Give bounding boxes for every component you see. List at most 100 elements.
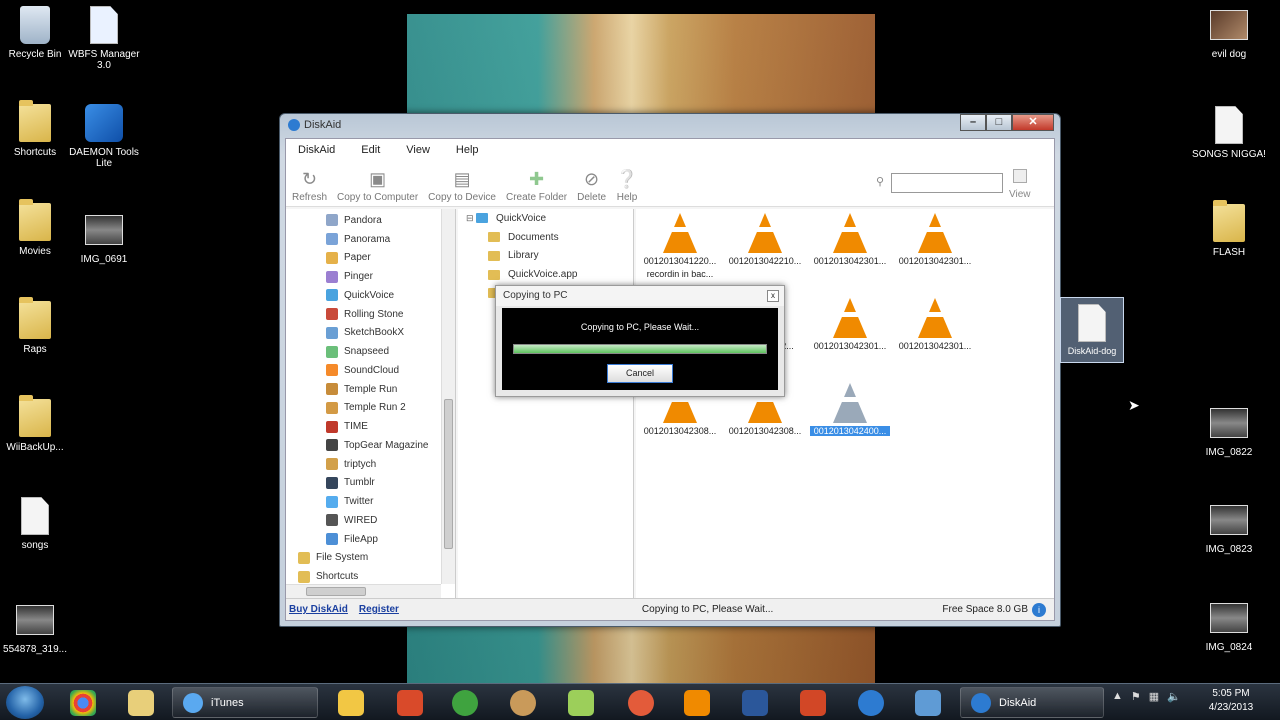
close-button[interactable]: ✕ (1012, 114, 1054, 131)
file-item[interactable]: 0012013042301... (810, 213, 890, 266)
folder-icon (19, 395, 51, 437)
photo-icon (16, 605, 54, 635)
desktop-icon-songs-nigga[interactable]: SONGS NIGGA! (1189, 105, 1269, 160)
register-link[interactable]: Register (359, 604, 399, 615)
tray-volume-icon[interactable]: 🔈 (1167, 690, 1181, 703)
file-item[interactable]: 0012013042400... (810, 383, 890, 436)
maximize-button[interactable]: □ (986, 114, 1012, 131)
tree-root-quickvoice[interactable]: ⊟ QuickVoice (458, 209, 633, 228)
copy-to-device-button[interactable]: ▤ Copy to Device (428, 169, 496, 206)
diskaid-icon (971, 692, 991, 713)
tree-folder-quickvoice-app[interactable]: QuickVoice.app (458, 265, 633, 284)
menu-edit[interactable]: Edit (361, 144, 380, 156)
search-input[interactable] (891, 173, 1003, 193)
desktop-icon-img-0823[interactable]: IMG_0823 (1189, 500, 1269, 555)
app-list-item[interactable]: Panorama (286, 230, 455, 249)
app-list-item[interactable]: Tumblr (286, 474, 455, 493)
user-icon[interactable] (915, 690, 941, 716)
app-list-vscroll[interactable] (441, 209, 455, 584)
start-button[interactable] (6, 686, 44, 719)
desktop-icon-img-0822[interactable]: IMG_0822 (1189, 403, 1269, 458)
app-list-item[interactable]: Snapseed (286, 342, 455, 361)
vlc-icon[interactable] (684, 690, 710, 716)
clock[interactable]: 5:05 PM 4/23/2013 (1196, 687, 1266, 715)
explorer-icon[interactable] (128, 690, 154, 716)
media-player-icon[interactable] (628, 690, 654, 716)
view-button[interactable]: View (1009, 169, 1031, 200)
app-list-item[interactable]: Rolling Stone (286, 305, 455, 324)
desktop-icon-raps[interactable]: Raps (0, 297, 75, 355)
network-icon[interactable] (858, 690, 884, 716)
app-list-item[interactable]: Twitter (286, 492, 455, 511)
winamp-icon[interactable] (338, 690, 364, 716)
refresh-icon: ↻ (301, 168, 318, 189)
desktop-icon-wbfs-manager[interactable]: WBFS Manager 3.0 (64, 5, 144, 71)
app-list-item[interactable]: SketchBookX (286, 324, 455, 343)
desktop-icon-img-0824[interactable]: IMG_0824 (1189, 598, 1269, 653)
app-list-item[interactable]: TIME (286, 417, 455, 436)
info-icon[interactable]: i (1032, 602, 1046, 617)
app-list-item[interactable]: WIRED (286, 511, 455, 530)
create-folder-button[interactable]: ✚ Create Folder (506, 169, 567, 206)
word-icon[interactable] (742, 690, 768, 716)
create-folder-icon: ✚ (529, 168, 545, 189)
buy-diskaid-link[interactable]: Buy DiskAid (289, 604, 348, 615)
desktop-icon-554878[interactable]: 554878_319... (0, 600, 75, 655)
file-item[interactable]: 0012013042301... (810, 298, 890, 351)
desktop-icon-wiibackup[interactable]: WiiBackUp... (0, 395, 75, 453)
app-list-item[interactable]: File System (286, 549, 455, 568)
tree-folder-documents[interactable]: Documents (458, 228, 633, 247)
delete-button[interactable]: ⊘ Delete (577, 169, 606, 206)
chrome-icon[interactable] (70, 690, 96, 716)
app-list-item[interactable]: Temple Run 2 (286, 399, 455, 418)
taskbar-itunes[interactable]: iTunes (172, 687, 318, 718)
desktop-icon-daemon-tools[interactable]: DAEMON Tools Lite (64, 103, 144, 169)
taskbar: iTunes DiskAid ▲ ⚑ ▦ 🔈 5:05 PM 4/23/2013 (0, 683, 1280, 720)
help-button[interactable]: ❔ Help (616, 169, 638, 206)
powerpoint-icon[interactable] (800, 690, 826, 716)
tray-arrow-icon[interactable]: ▲ (1112, 690, 1123, 703)
desktop-icon-img-0691[interactable]: IMG_0691 (64, 210, 144, 265)
app-list-item[interactable]: Temple Run (286, 380, 455, 399)
folder-icon (488, 269, 500, 280)
file-item[interactable]: 0012013042301... (895, 213, 975, 266)
app-list-item[interactable]: triptych (286, 455, 455, 474)
file-item[interactable]: 0012013042301... (895, 298, 975, 351)
cancel-button[interactable]: Cancel (607, 364, 673, 383)
minimize-button[interactable]: – (960, 114, 986, 131)
menu-diskaid[interactable]: DiskAid (298, 144, 335, 156)
app-icon (326, 326, 338, 339)
copying-dialog: Copying to PC x Copying to PC, Please Wa… (495, 285, 785, 397)
app-list-item[interactable]: Pinger (286, 267, 455, 286)
utorrent-icon[interactable] (452, 690, 478, 716)
app-list-item[interactable]: SoundCloud (286, 361, 455, 380)
tray-flag-icon[interactable]: ⚑ (1131, 690, 1141, 703)
app-list-item[interactable]: Pandora (286, 211, 455, 230)
dragged-file[interactable]: DiskAid-dog (1060, 297, 1124, 363)
app-list-item[interactable]: TopGear Magazine (286, 436, 455, 455)
panes: Pandora Panorama Paper Pinger QuickVoice Roll… (286, 209, 1054, 598)
tree-folder-library[interactable]: Library (458, 247, 633, 266)
app-list-item[interactable]: Paper (286, 249, 455, 268)
tray-network-icon[interactable]: ▦ (1149, 690, 1159, 703)
app-icon (326, 233, 338, 246)
app-list-item[interactable]: QuickVoice (286, 286, 455, 305)
copy-to-computer-button[interactable]: ▣ Copy to Computer (337, 169, 418, 206)
system-tray: ▲ ⚑ ▦ 🔈 (1112, 690, 1181, 703)
app-list-hscroll[interactable] (286, 584, 441, 598)
menu-help[interactable]: Help (456, 144, 479, 156)
window-titlebar[interactable]: DiskAid (280, 114, 1060, 136)
taskbar-diskaid[interactable]: DiskAid (960, 687, 1104, 718)
file-item[interactable]: 0012013042210... (725, 213, 805, 266)
dialog-close-button[interactable]: x (767, 290, 779, 302)
app-list-item[interactable]: FileApp (286, 530, 455, 549)
desktop-icon-flash[interactable]: FLASH (1189, 200, 1269, 258)
vlc-app-icon[interactable] (397, 690, 423, 716)
disc-icon[interactable] (510, 690, 536, 716)
notes-icon[interactable] (568, 690, 594, 716)
desktop-icon-evil-dog[interactable]: evil dog (1189, 5, 1269, 60)
refresh-button[interactable]: ↻ Refresh (292, 169, 327, 206)
menu-view[interactable]: View (406, 144, 430, 156)
desktop-icon-songs[interactable]: songs (0, 496, 75, 551)
file-item[interactable]: 0012013041220... recordin in bac... (640, 213, 720, 279)
